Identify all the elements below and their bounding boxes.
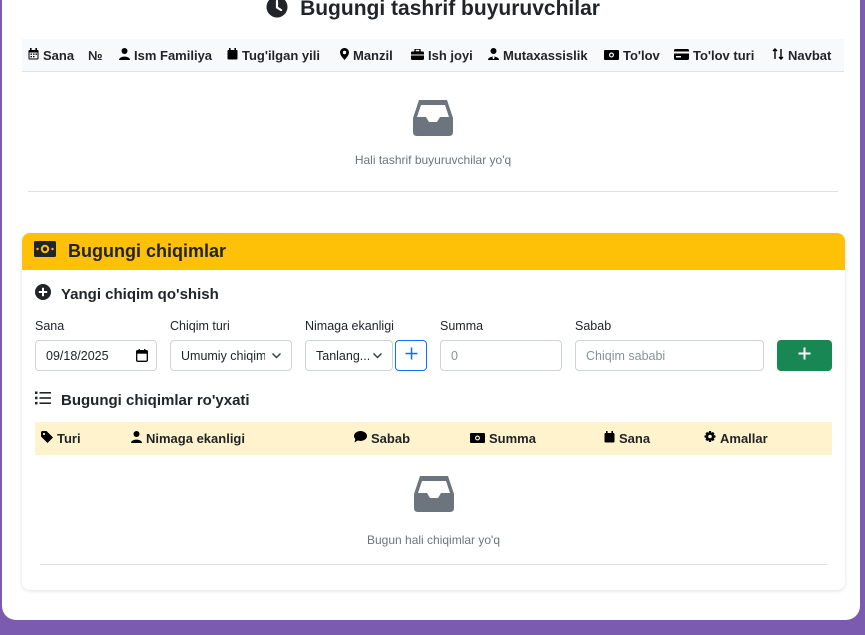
money-bill-icon (604, 48, 619, 63)
th-sabab[interactable]: Sabab (354, 431, 410, 446)
date-input[interactable]: 09/18/2025 (35, 340, 157, 371)
visitors-title: Bugungi tashrif buyuruvchilar (2, 0, 864, 24)
date-label: Sana (35, 319, 65, 333)
expenses-list-title: Bugungi chiqimlar ro'yxati (35, 391, 250, 409)
visitors-empty-text: Hali tashrif buyuruvchilar yo'q (354, 153, 512, 167)
expenses-empty-text: Bugun hali chiqimlar yo'q (366, 533, 501, 547)
sort-icon (772, 48, 784, 63)
money-bill-icon (34, 241, 56, 262)
list-icon (35, 391, 51, 409)
user-icon (131, 431, 142, 446)
th-number[interactable]: № (88, 48, 103, 63)
type-label: Chiqim turi (170, 319, 230, 333)
user-doctor-icon (488, 48, 499, 63)
calendar-icon (227, 48, 238, 63)
gear-icon (704, 431, 716, 446)
amount-label: Summa (440, 319, 484, 333)
comment-icon (354, 431, 367, 446)
expenses-card: Bugungi chiqimlar Yangi chiqim qo'shish … (22, 233, 845, 590)
expenses-header: Bugungi chiqimlar (22, 233, 845, 270)
th-navbat[interactable]: Navbat (772, 48, 831, 63)
th-amallar[interactable]: Amallar (704, 431, 768, 446)
visitors-table-header: Sana № Ism Familiya Tug'ilgan yili Manzi… (22, 39, 844, 72)
chevron-down-icon (271, 350, 282, 364)
reason-input[interactable]: Chiqim sababi (575, 340, 764, 371)
expenses-table-header: Turi Nimaga ekanligi Sabab Summa Sana Am… (35, 422, 832, 455)
th-manzil[interactable]: Manzil (340, 48, 393, 63)
visitors-empty-state: Hali tashrif buyuruvchilar yo'q (22, 100, 844, 167)
credit-card-icon (674, 48, 689, 63)
expenses-title: Bugungi chiqimlar (68, 241, 227, 261)
th-sana[interactable]: Sana (604, 431, 650, 446)
th-nimaga-ekanligi[interactable]: Nimaga ekanligi (131, 431, 245, 446)
tag-icon (41, 431, 53, 446)
th-ism-familiya[interactable]: Ism Familiya (119, 48, 212, 63)
th-summa[interactable]: Summa (470, 431, 536, 446)
th-mutaxassislik[interactable]: Mutaxassislik (488, 48, 588, 63)
purpose-label: Nimaga ekanligi (305, 319, 394, 333)
th-tolov[interactable]: To'lov (604, 48, 660, 63)
th-ish-joyi[interactable]: Ish joyi (411, 48, 473, 63)
inbox-icon (22, 100, 844, 141)
visitors-title-text: Bugungi tashrif buyuruvchilar (300, 0, 600, 20)
calendar-icon[interactable] (136, 349, 148, 365)
th-sana[interactable]: Sana (28, 48, 74, 63)
inbox-icon (35, 476, 832, 517)
amount-input[interactable]: 0 (440, 340, 562, 371)
map-marker-icon (340, 48, 349, 63)
add-purpose-button[interactable] (395, 340, 427, 371)
th-turi[interactable]: Turi (41, 431, 81, 446)
expenses-empty-state: Bugun hali chiqimlar yo'q (35, 476, 832, 547)
plus-icon (405, 347, 418, 365)
expense-type-select[interactable]: Umumiy chiqim (170, 340, 292, 371)
clock-icon (266, 0, 288, 23)
add-expense-button[interactable] (777, 340, 832, 371)
money-bill-icon (470, 431, 485, 446)
reason-label: Sabab (575, 319, 612, 333)
th-tugilgan-yili[interactable]: Tug'ilgan yili (227, 48, 320, 63)
th-tolov-turi[interactable]: To'lov turi (674, 48, 754, 63)
plus-circle-icon (35, 284, 51, 304)
chevron-down-icon (372, 350, 383, 364)
briefcase-icon (411, 48, 424, 63)
plus-icon (798, 347, 811, 365)
main-card: Bugungi tashrif buyuruvchilar Sana № Ism… (2, 0, 860, 620)
visitors-divider (28, 191, 838, 192)
calendar-icon (604, 431, 615, 446)
expenses-divider (40, 564, 827, 565)
purpose-select[interactable]: Tanlang... (305, 340, 393, 371)
add-expense-title: Yangi chiqim qo'shish (35, 284, 219, 304)
calendar-icon (28, 48, 39, 63)
user-icon (119, 48, 130, 63)
